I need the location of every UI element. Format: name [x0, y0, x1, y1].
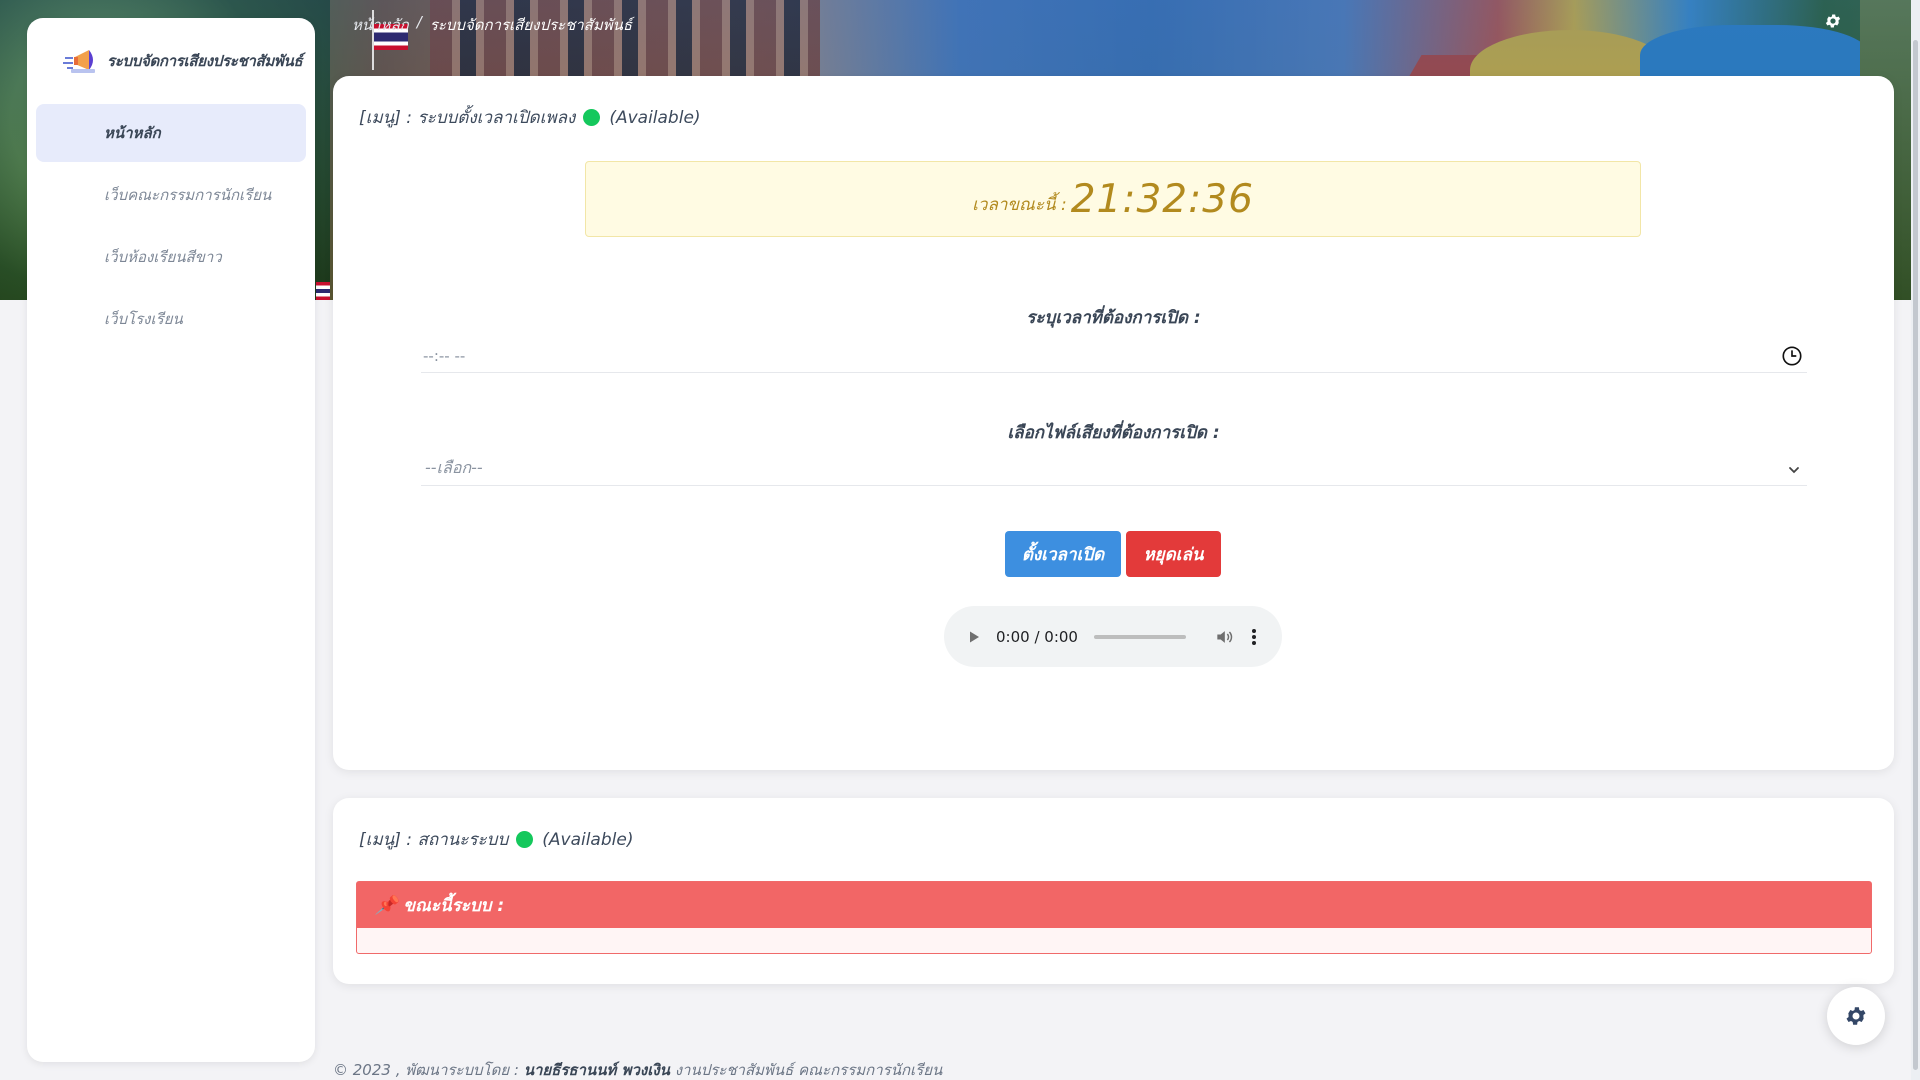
- system-status-title-text: [เมนู] : สถานะระบบ: [359, 830, 509, 850]
- stop-playback-button[interactable]: หยุดเล่น: [1126, 531, 1221, 577]
- volume-icon[interactable]: [1214, 627, 1234, 647]
- current-time-value: 21:32:36: [1070, 176, 1254, 222]
- scheduler-status-text: (Available): [609, 107, 701, 128]
- breadcrumb-home[interactable]: หน้าหลัก: [352, 13, 409, 37]
- footer: © 2023 , พัฒนาระบบโดย : นายธีรธานนท์ พวง…: [333, 1058, 942, 1080]
- time-field-label: ระบุเวลาที่ต้องการเปิด :: [1026, 308, 1201, 328]
- current-time-box: เวลาขณะนี้ : 21:32:36: [585, 161, 1641, 237]
- sidebar-nav: หน้าหลัก เว็บคณะกรรมการนักเรียน เว็บห้อง…: [27, 104, 315, 348]
- current-status-label: ขณะนี้ระบบ :: [403, 895, 505, 916]
- footer-prefix: © 2023 , พัฒนาระบบโดย :: [333, 1061, 519, 1079]
- brand-name: ระบบจัดการเสียงประชาสัมพันธ์: [107, 52, 303, 70]
- footer-author: นายธีรธานนท์ พวงเงิน: [523, 1061, 670, 1079]
- set-timer-button[interactable]: ตั้งเวลาเปิด: [1005, 531, 1121, 577]
- sidebar-item-student-committee[interactable]: เว็บคณะกรรมการนักเรียน: [36, 166, 306, 224]
- chevron-down-icon: [1787, 462, 1801, 476]
- breadcrumb-separator: /: [416, 13, 422, 31]
- system-status-text: (Available): [542, 829, 634, 850]
- status-dot-icon: [583, 109, 601, 126]
- file-field-label: เลือกไฟล์เสียงที่ต้องการเปิด :: [1007, 423, 1220, 443]
- breadcrumb: หน้าหลัก / ระบบจัดการเสียงประชาสัมพันธ์: [352, 13, 632, 37]
- current-status-header: 📌 ขณะนี้ระบบ :: [357, 882, 1871, 928]
- play-icon[interactable]: [966, 629, 982, 645]
- time-input-placeholder: --:-- --: [423, 346, 466, 365]
- current-status-panel: 📌 ขณะนี้ระบบ :: [356, 881, 1872, 954]
- scheduler-title-text: [เมนู] : ระบบตั้งเวลาเปิดเพลง: [359, 108, 576, 128]
- more-options-icon[interactable]: [1250, 628, 1258, 646]
- current-time-label: เวลาขณะนี้ :: [972, 194, 1067, 215]
- audio-file-selected-value: --เลือก--: [425, 458, 483, 477]
- sidebar-item-school-website[interactable]: เว็บโรงเรียน: [36, 290, 306, 348]
- megaphone-icon: [63, 47, 99, 75]
- time-input[interactable]: --:-- --: [421, 339, 1807, 373]
- brand[interactable]: ระบบจัดการเสียงประชาสัมพันธ์: [27, 18, 315, 104]
- floating-settings-button[interactable]: [1827, 987, 1885, 1045]
- settings-gear-icon[interactable]: [1824, 12, 1842, 30]
- system-status-card: [เมนู] : สถานะระบบ (Available) 📌 ขณะนี้ร…: [333, 798, 1894, 984]
- breadcrumb-current: ระบบจัดการเสียงประชาสัมพันธ์: [429, 16, 633, 34]
- sidebar-item-white-classroom[interactable]: เว็บห้องเรียนสีขาว: [36, 228, 306, 286]
- footer-suffix: งานประชาสัมพันธ์ คณะกรรมการนักเรียน: [674, 1061, 943, 1079]
- clock-icon[interactable]: [1781, 345, 1803, 367]
- system-status-title: [เมนู] : สถานะระบบ (Available): [359, 826, 633, 853]
- scheduler-title: [เมนู] : ระบบตั้งเวลาเปิดเพลง (Available…: [359, 104, 701, 131]
- status-dot-icon: [516, 831, 534, 848]
- scrollbar-thumb[interactable]: [1913, 40, 1918, 1070]
- music-scheduler-card: [เมนู] : ระบบตั้งเวลาเปิดเพลง (Available…: [333, 76, 1894, 770]
- page-scrollbar[interactable]: [1911, 0, 1920, 1080]
- pushpin-icon: 📌: [375, 894, 398, 916]
- sidebar: ระบบจัดการเสียงประชาสัมพันธ์ หน้าหลัก เว…: [27, 18, 315, 1062]
- sidebar-item-home[interactable]: หน้าหลัก: [36, 104, 306, 162]
- audio-file-select[interactable]: --เลือก--: [421, 452, 1807, 486]
- audio-seek-bar[interactable]: [1093, 634, 1186, 639]
- audio-player: 0:00 / 0:00: [944, 606, 1282, 667]
- gear-icon: [1846, 1007, 1866, 1025]
- audio-time: 0:00 / 0:00: [996, 627, 1078, 646]
